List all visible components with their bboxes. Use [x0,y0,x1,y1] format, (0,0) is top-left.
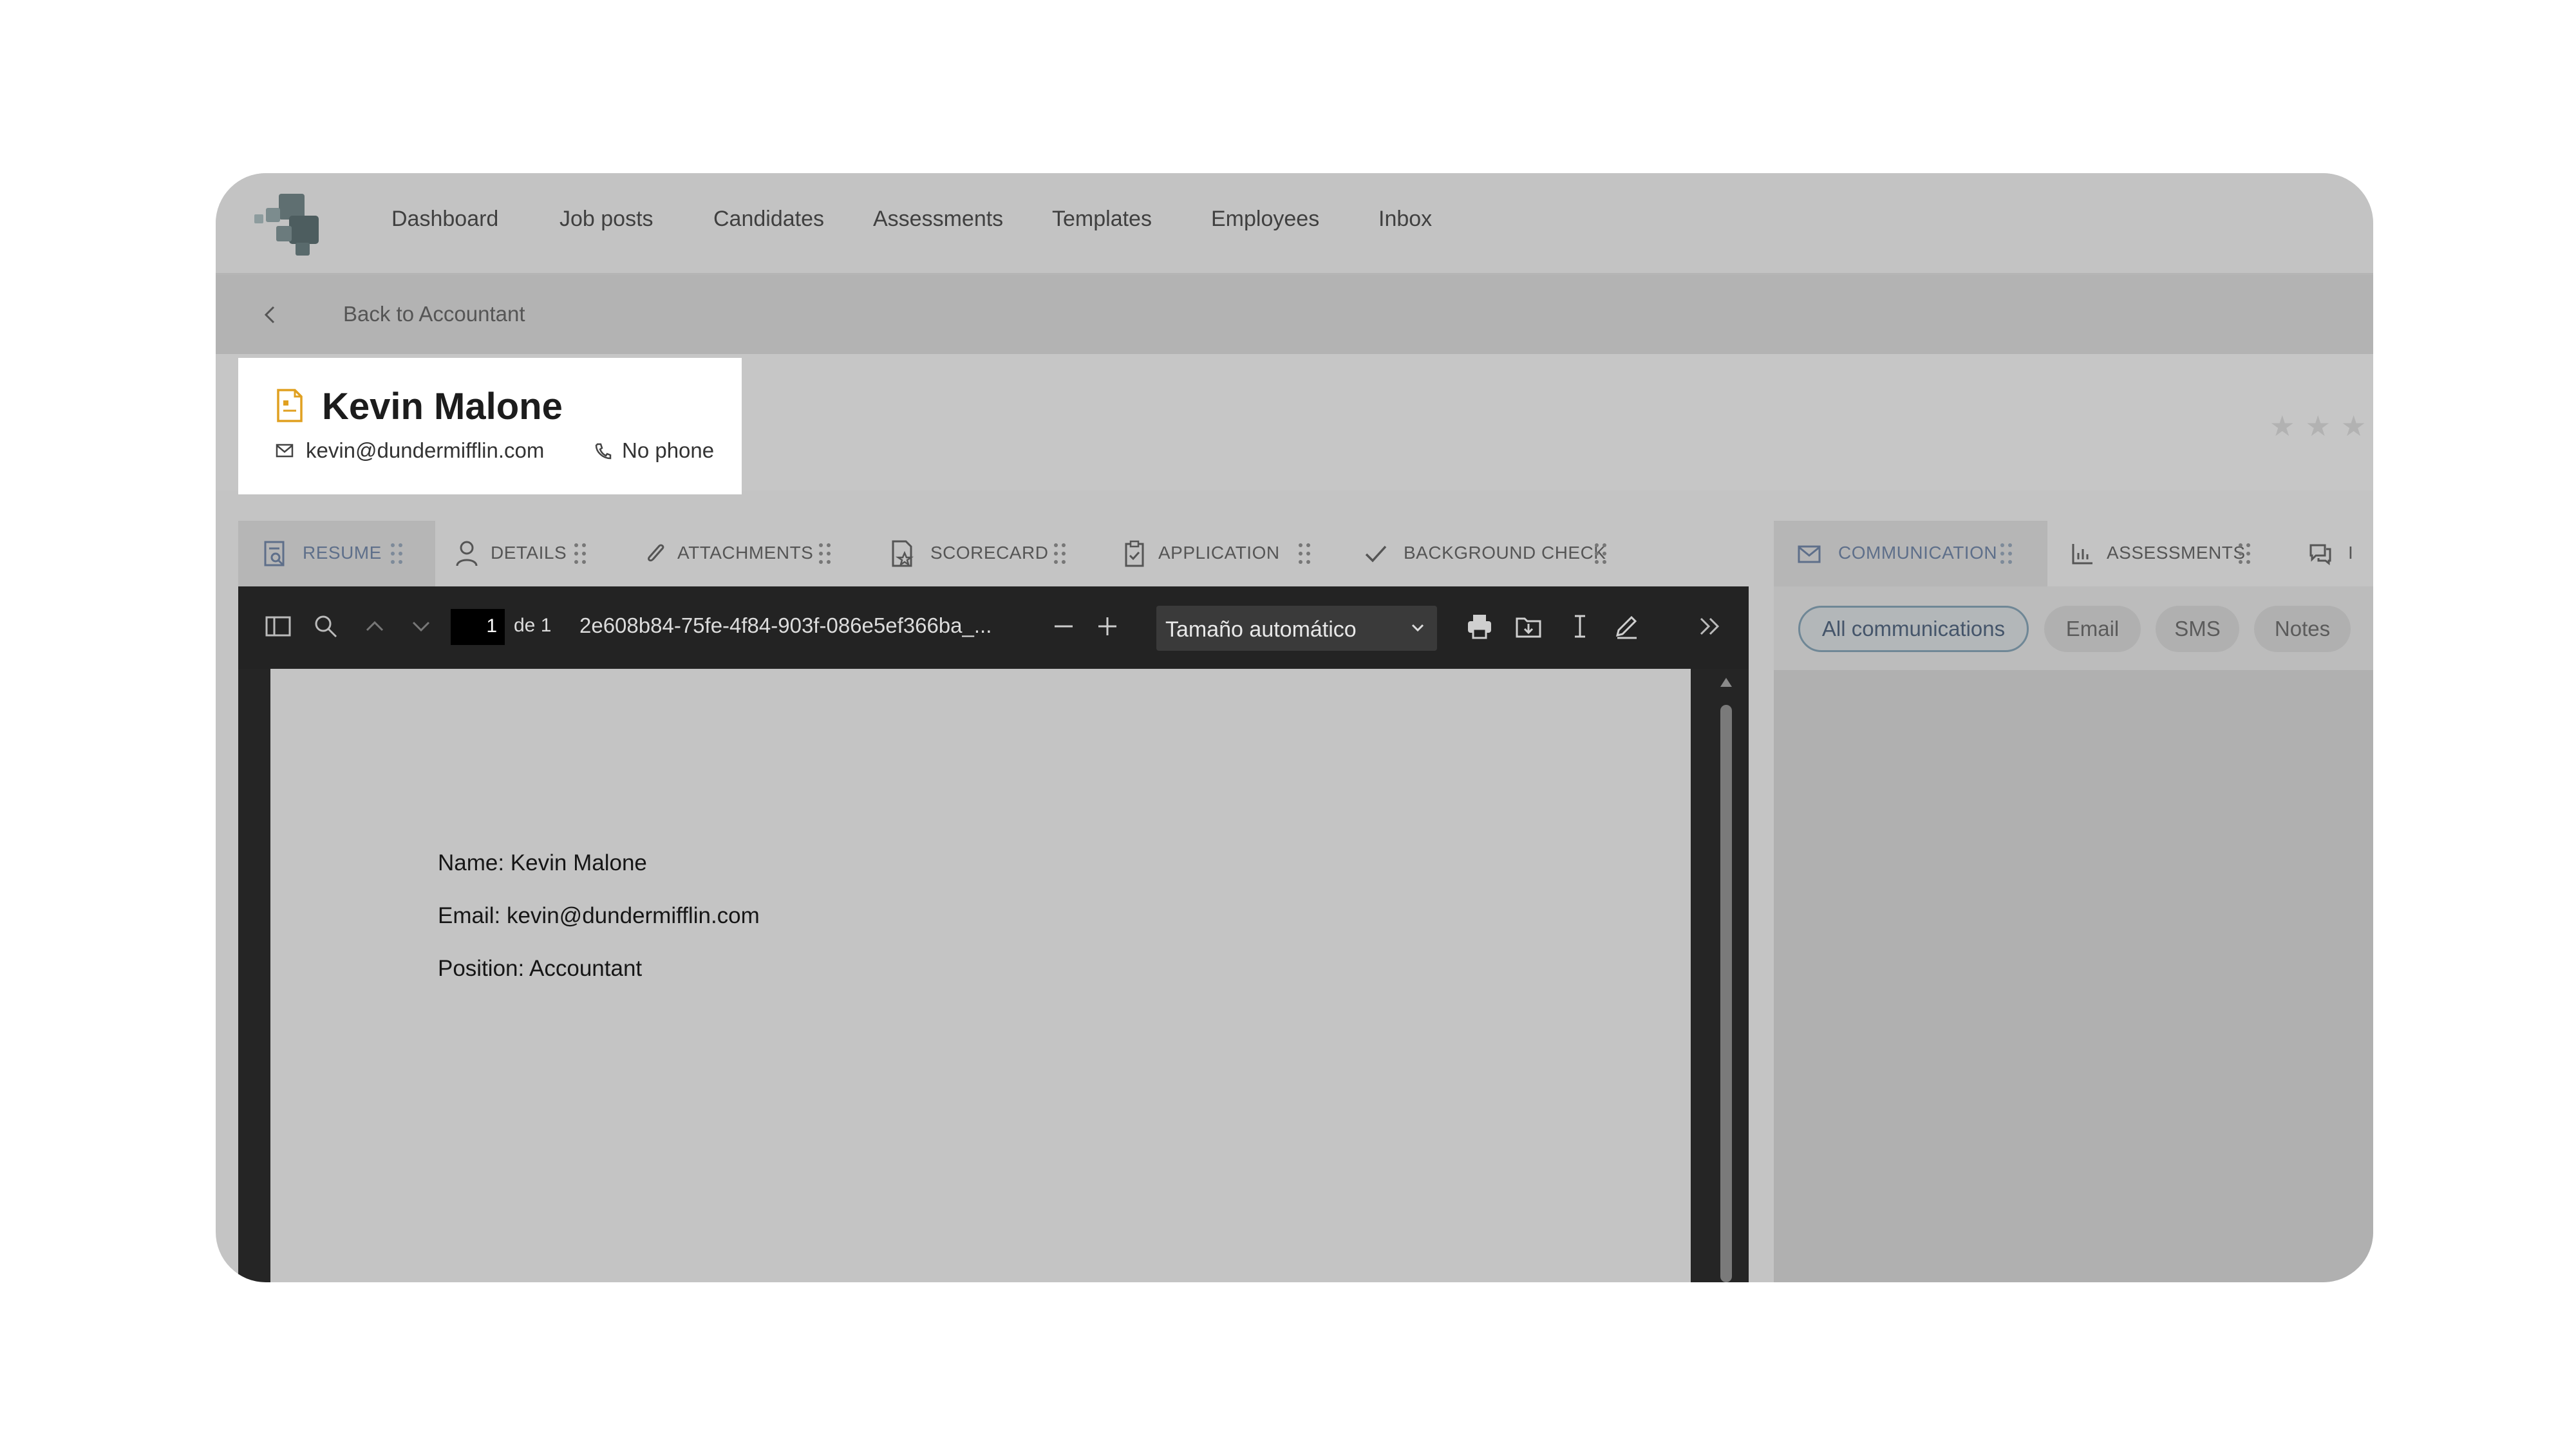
tab-application-label: APPLICATION [1158,543,1280,563]
chevron-down-icon[interactable] [407,612,435,640]
zoom-out-icon[interactable] [1049,612,1078,640]
sidebar-toggle-icon[interactable] [264,612,292,640]
zoom-select-value: Tamaño automático [1165,617,1357,642]
filter-sms[interactable]: SMS [2156,606,2239,652]
nav-assessments[interactable]: Assessments [873,207,1003,232]
candidate-phone: No phone [622,438,715,462]
drag-handle-icon[interactable] [1999,540,2013,567]
tab-application[interactable]: APPLICATION [1098,521,1339,586]
nav-templates[interactable]: Templates [1052,207,1152,232]
download-icon[interactable] [1514,612,1543,640]
scorecard-icon [892,540,914,567]
tab-attachments[interactable]: ATTACHMENTS [625,521,866,586]
tab-scorecard[interactable]: SCORECARD [866,521,1098,586]
page-number-input[interactable]: 1 [451,609,505,645]
star-icon[interactable]: ★ [2305,410,2330,443]
tab-assessments-label: ASSESSMENTS [2107,543,2246,563]
tab-communication-label: COMMUNICATION [1838,543,1998,563]
pen-icon[interactable] [1612,612,1641,640]
drag-handle-icon[interactable] [390,540,404,567]
chevron-down-icon [1411,624,1424,632]
drag-handle-icon[interactable] [1594,540,1608,567]
right-tab-bar: COMMUNICATION ASSESSMENTS I [1774,521,2373,586]
search-icon[interactable] [312,612,340,640]
tab-attachments-label: ATTACHMENTS [677,543,814,563]
candidate-card: Kevin Malone kevin@dundermifflin.com No … [238,358,742,494]
tab-scorecard-label: SCORECARD [930,543,1049,563]
drag-handle-icon[interactable] [2237,540,2252,567]
star-icon[interactable]: ★ [2270,410,2295,443]
nav-dashboard[interactable]: Dashboard [391,207,498,232]
filter-all-communications[interactable]: All communications [1798,606,2029,652]
tab-assessments[interactable]: ASSESSMENTS [2047,521,2289,586]
communication-pane: COMMUNICATION ASSESSMENTS I All communic… [1774,521,2373,1282]
pdf-filename: 2e608b84-75fe-4f84-903f-086e5ef366ba_... [579,613,992,637]
document-icon [277,389,303,422]
person-icon [456,541,478,566]
communication-filters: All communications Email SMS Notes [1774,586,2373,670]
mail-icon [1798,545,1821,563]
drag-handle-icon[interactable] [1053,540,1067,567]
filter-email[interactable]: Email [2044,606,2141,652]
back-bar: Back to Accountant [216,275,2373,354]
nav-inbox[interactable]: Inbox [1378,207,1432,232]
top-navigation: Dashboard Job posts Candidates Assessmen… [216,173,2373,275]
text-cursor-icon[interactable] [1566,612,1594,640]
drag-handle-icon[interactable] [1297,540,1312,567]
scroll-up-arrow-icon[interactable] [1719,677,1733,688]
pdf-toolbar: 1 de 1 2e608b84-75fe-4f84-903f-086e5ef36… [238,586,1749,669]
double-chevron-right-icon[interactable] [1696,612,1724,640]
drag-handle-icon[interactable] [573,540,587,567]
zoom-select[interactable]: Tamaño automático [1156,606,1437,651]
pdf-viewer: Name: Kevin Malone Email: kevin@dundermi… [238,669,1749,1282]
tab-background-check-label: BACKGROUND CHECK [1404,543,1606,563]
tab-chat[interactable]: I [2289,521,2373,586]
left-tab-bar: RESUME DETAILS ATTACHMENTS SCORECARD APP… [238,521,1749,586]
tab-communication[interactable]: COMMUNICATION [1774,521,2047,586]
clipboard-icon [1125,540,1144,567]
zoom-in-icon[interactable] [1093,612,1122,640]
star-icon[interactable]: ★ [2341,410,2366,443]
chevron-up-icon[interactable] [361,612,389,640]
bar-chart-icon [2072,544,2092,565]
nav-employees[interactable]: Employees [1211,207,1319,232]
rating-stars[interactable]: ★ ★ ★ [2270,410,2373,443]
page-count: de 1 [514,615,552,636]
tab-details-label: DETAILS [491,543,567,563]
print-icon[interactable] [1465,612,1494,640]
filter-notes[interactable]: Notes [2254,606,2351,652]
tab-background-check[interactable]: BACKGROUND CHECK [1339,521,1648,586]
resume-icon [264,541,285,566]
back-link-label[interactable]: Back to Accountant [343,302,525,326]
paperclip-icon [648,544,664,562]
pdf-page: Name: Kevin Malone Email: kevin@dundermi… [270,669,1691,1282]
tab-details[interactable]: DETAILS [435,521,628,586]
resume-email-line: Email: kevin@dundermifflin.com [438,903,760,928]
resume-name-line: Name: Kevin Malone [438,850,647,875]
scrollbar-thumb[interactable] [1720,705,1732,1282]
resume-pane: RESUME DETAILS ATTACHMENTS SCORECARD APP… [238,521,1749,1282]
tab-chat-label: I [2348,543,2354,563]
chevron-left-icon[interactable] [261,303,280,326]
resume-position-line: Position: Accountant [438,956,643,981]
tab-resume-label: RESUME [303,543,382,563]
nav-candidates[interactable]: Candidates [713,207,824,232]
candidate-email[interactable]: kevin@dundermifflin.com [306,438,544,463]
drag-handle-icon[interactable] [818,540,832,567]
nav-job-posts[interactable]: Job posts [559,207,653,232]
phone-icon [595,443,612,460]
mail-icon [276,444,294,458]
candidate-name: Kevin Malone [322,386,563,427]
logo-icon[interactable] [250,190,328,259]
app-window: Dashboard Job posts Candidates Assessmen… [216,173,2373,1282]
chat-icon [2309,544,2331,566]
check-icon [1365,545,1387,563]
tab-resume[interactable]: RESUME [238,521,435,586]
